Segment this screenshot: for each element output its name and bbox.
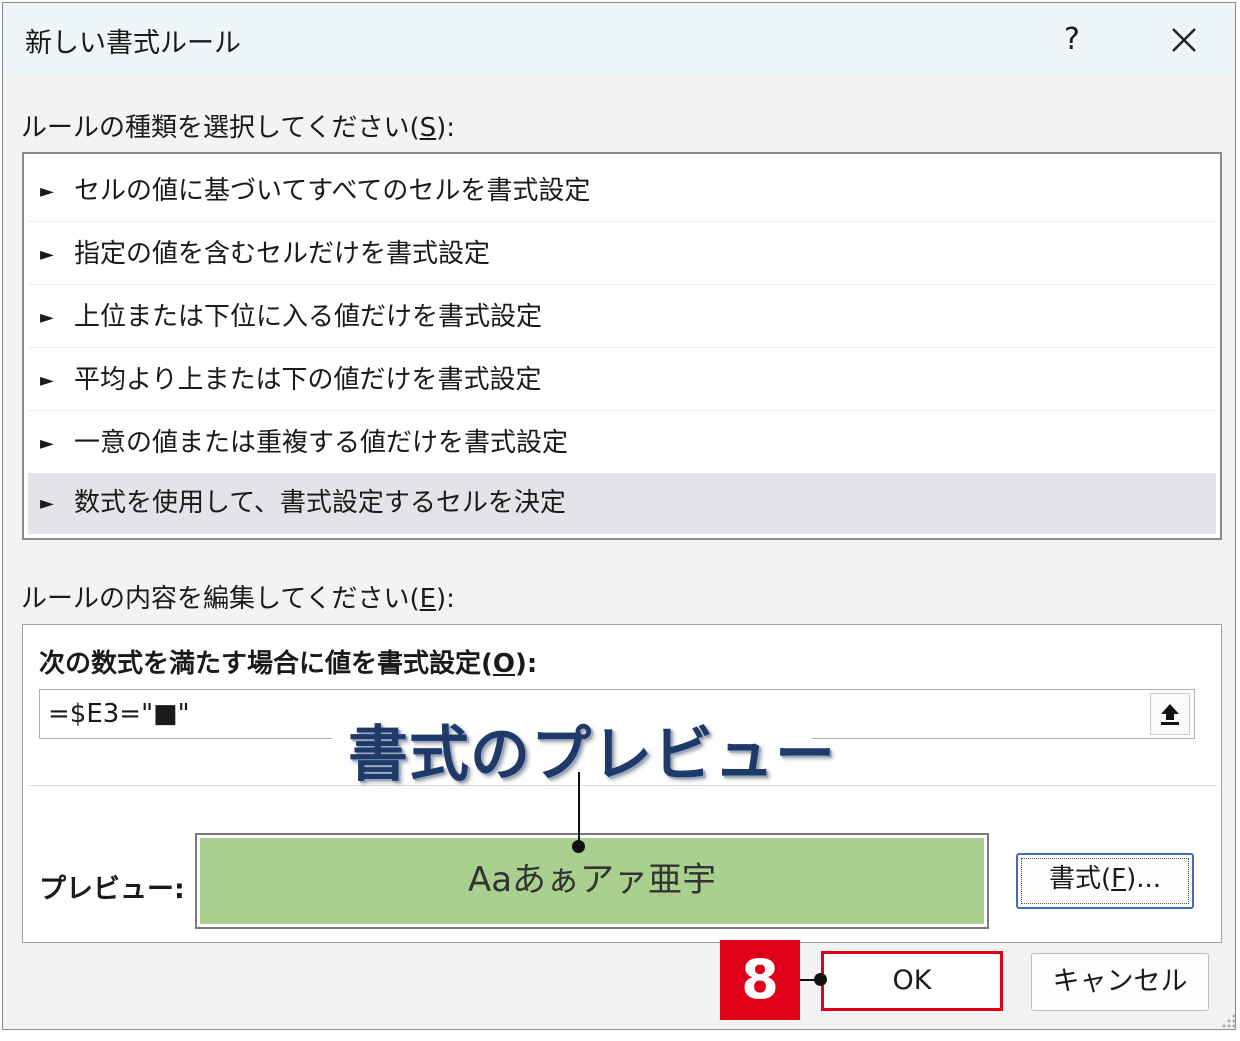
rule-item-cells-containing[interactable]: ► 指定の値を含むセルだけを書式設定 xyxy=(28,224,1216,285)
ok-button[interactable]: OK xyxy=(821,951,1003,1011)
rule-item-above-below-average[interactable]: ► 平均より上または下の値だけを書式設定 xyxy=(28,350,1216,411)
resize-grip-icon[interactable] xyxy=(1219,1011,1237,1029)
preview-sample-text: Aaあぁアァ亜宇 xyxy=(200,838,984,924)
formula-value: =$E3="■" xyxy=(48,699,190,729)
help-button[interactable]: ? xyxy=(1047,15,1097,65)
collapse-dialog-button[interactable] xyxy=(1150,693,1190,735)
cancel-button[interactable]: キャンセル xyxy=(1031,953,1209,1011)
formula-label: 次の数式を満たす場合に値を書式設定(O): xyxy=(39,649,538,679)
rule-item-top-bottom[interactable]: ► 上位または下位に入る値だけを書式設定 xyxy=(28,287,1216,348)
triangle-right-icon: ► xyxy=(40,307,54,328)
triangle-right-icon: ► xyxy=(40,493,54,514)
rule-item-unique-duplicate[interactable]: ► 一意の値または重複する値だけを書式設定 xyxy=(28,413,1216,474)
rule-type-list[interactable]: ► セルの値に基づいてすべてのセルを書式設定 ► 指定の値を含むセルだけを書式設… xyxy=(22,152,1222,540)
step-connector-dot xyxy=(814,973,827,986)
preview-callout-title: 書式のプレビュー xyxy=(348,720,836,790)
preview-label: プレビュー: xyxy=(39,874,185,905)
triangle-right-icon: ► xyxy=(40,244,54,265)
callout-connector-line xyxy=(578,772,580,846)
callout-connector-dot xyxy=(572,840,585,853)
rule-item-use-formula[interactable]: ► 数式を使用して、書式設定するセルを決定 xyxy=(28,473,1216,534)
close-icon xyxy=(1172,28,1196,52)
rule-edit-label: ルールの内容を編集してください(E): xyxy=(21,584,455,614)
triangle-right-icon: ► xyxy=(40,370,54,391)
dialog-title: 新しい書式ルール xyxy=(25,28,241,59)
preview-frame: Aaあぁアァ亜宇 xyxy=(195,833,989,929)
title-bar: 新しい書式ルール ? xyxy=(3,3,1235,77)
format-button[interactable]: 書式(F)... xyxy=(1016,853,1194,909)
triangle-right-icon: ► xyxy=(40,181,54,202)
collapse-arrow-icon xyxy=(1161,704,1179,725)
step-number-badge: 8 xyxy=(720,940,800,1020)
rule-item-all-cells[interactable]: ► セルの値に基づいてすべてのセルを書式設定 xyxy=(28,161,1216,222)
new-format-rule-dialog: 新しい書式ルール ? ルールの種類を選択してください(S): ► セルの値に基づ… xyxy=(2,2,1236,1030)
triangle-right-icon: ► xyxy=(40,433,54,454)
close-button[interactable] xyxy=(1159,15,1209,65)
rule-type-label: ルールの種類を選択してください(S): xyxy=(21,113,456,143)
